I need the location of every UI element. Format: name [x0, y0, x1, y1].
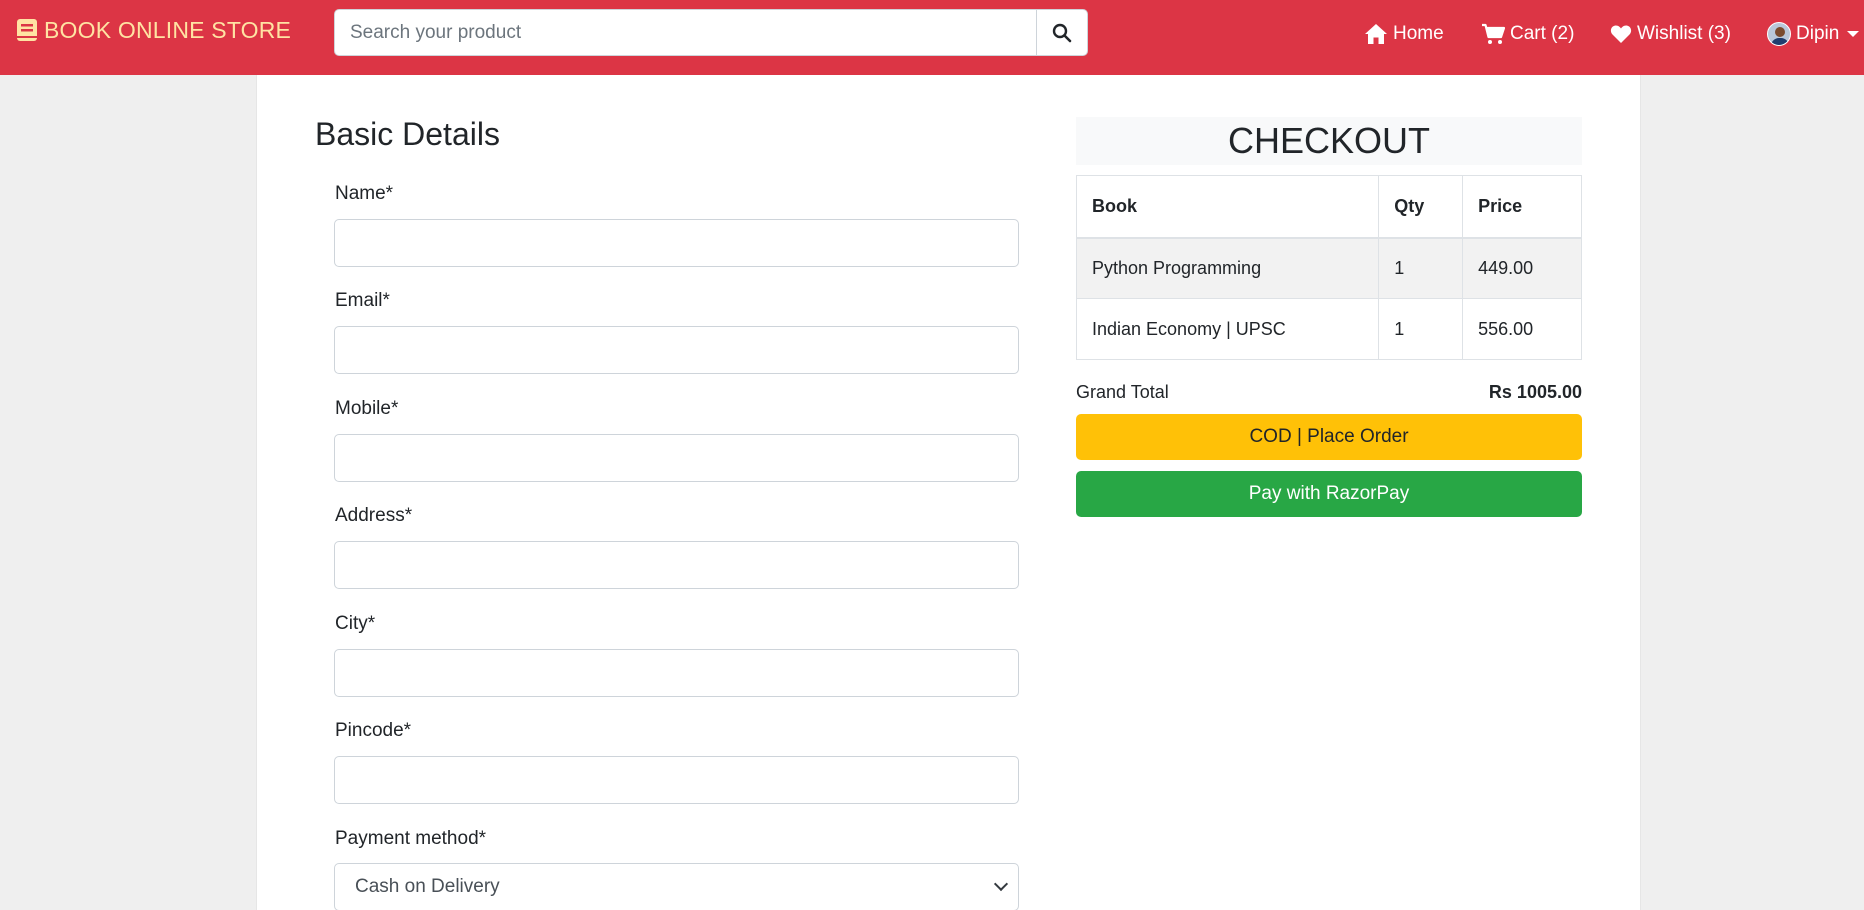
search-button[interactable]: [1036, 9, 1088, 56]
address-field[interactable]: [334, 541, 1019, 589]
table-row: Indian Economy | UPSC 1 556.00: [1075, 298, 1582, 360]
home-icon: [1365, 24, 1387, 44]
avatar: [1767, 22, 1791, 46]
nav-wishlist[interactable]: Wishlist (3): [1610, 20, 1731, 48]
payment-method-select[interactable]: Cash on Delivery: [334, 863, 1019, 910]
nav-cart-label: Cart (2): [1510, 23, 1575, 44]
mobile-field[interactable]: [334, 434, 1019, 482]
nav-cart[interactable]: Cart (2): [1481, 20, 1574, 48]
grand-total-value: Rs 1005.00: [1488, 382, 1582, 402]
mobile-label: Mobile*: [335, 398, 399, 419]
email-label: Email*: [335, 290, 390, 311]
book-icon: [17, 19, 37, 41]
chevron-down-icon: [993, 876, 1009, 892]
grand-total-row: Grand Total Rs 1005.00: [1076, 382, 1582, 403]
caret-down-icon: [1847, 31, 1860, 37]
cell-qty: 1: [1378, 298, 1464, 360]
brand-link[interactable]: BOOK ONLINE STORE: [16, 14, 291, 46]
nav-wishlist-label: Wishlist (3): [1637, 23, 1731, 44]
cell-price: 556.00: [1462, 298, 1582, 360]
grand-total-label: Grand Total: [1076, 382, 1169, 402]
search-bar: [334, 9, 1088, 56]
address-label: Address*: [335, 505, 413, 526]
email-field[interactable]: [334, 326, 1019, 374]
cod-place-order-button[interactable]: COD | Place Order: [1076, 414, 1582, 460]
cell-qty: 1: [1378, 237, 1464, 299]
checkout-title: CHECKOUT: [1076, 117, 1582, 165]
pincode-field[interactable]: [334, 756, 1019, 804]
brand-name: BOOK ONLINE STORE: [44, 16, 292, 43]
nav-home-label: Home: [1393, 23, 1444, 44]
city-field[interactable]: [334, 649, 1019, 697]
cell-book: Indian Economy | UPSC: [1075, 298, 1380, 360]
column-header-qty: Qty: [1378, 175, 1464, 239]
pincode-label: Pincode*: [335, 720, 412, 741]
user-name: Dipin: [1796, 23, 1840, 44]
user-menu-toggle[interactable]: Dipin: [1767, 20, 1860, 48]
column-header-price: Price: [1462, 175, 1582, 239]
column-header-book: Book: [1075, 175, 1380, 239]
nav-home[interactable]: Home: [1364, 20, 1444, 48]
search-icon: [1052, 23, 1072, 42]
city-label: City*: [335, 613, 376, 634]
table-row: Python Programming 1 449.00: [1075, 237, 1582, 299]
top-navbar: BOOK ONLINE STORE Home Cart (2) Wishlist: [0, 0, 1864, 75]
payment-method-label: Payment method*: [335, 828, 487, 849]
heart-icon: [1610, 25, 1632, 43]
payment-method-value: Cash on Delivery: [355, 876, 500, 897]
cell-price: 449.00: [1462, 237, 1582, 299]
basic-details-title: Basic Details: [315, 116, 500, 152]
cart-icon: [1482, 23, 1505, 44]
name-label: Name*: [335, 183, 394, 204]
table-header-row: Book Qty Price: [1075, 175, 1582, 239]
name-field[interactable]: [334, 219, 1019, 267]
search-input[interactable]: [334, 9, 1036, 56]
checkout-table: Book Qty Price Python Programming 1 449.…: [1075, 175, 1582, 360]
pay-with-razorpay-button[interactable]: Pay with RazorPay: [1076, 471, 1582, 517]
cell-book: Python Programming: [1075, 237, 1380, 299]
